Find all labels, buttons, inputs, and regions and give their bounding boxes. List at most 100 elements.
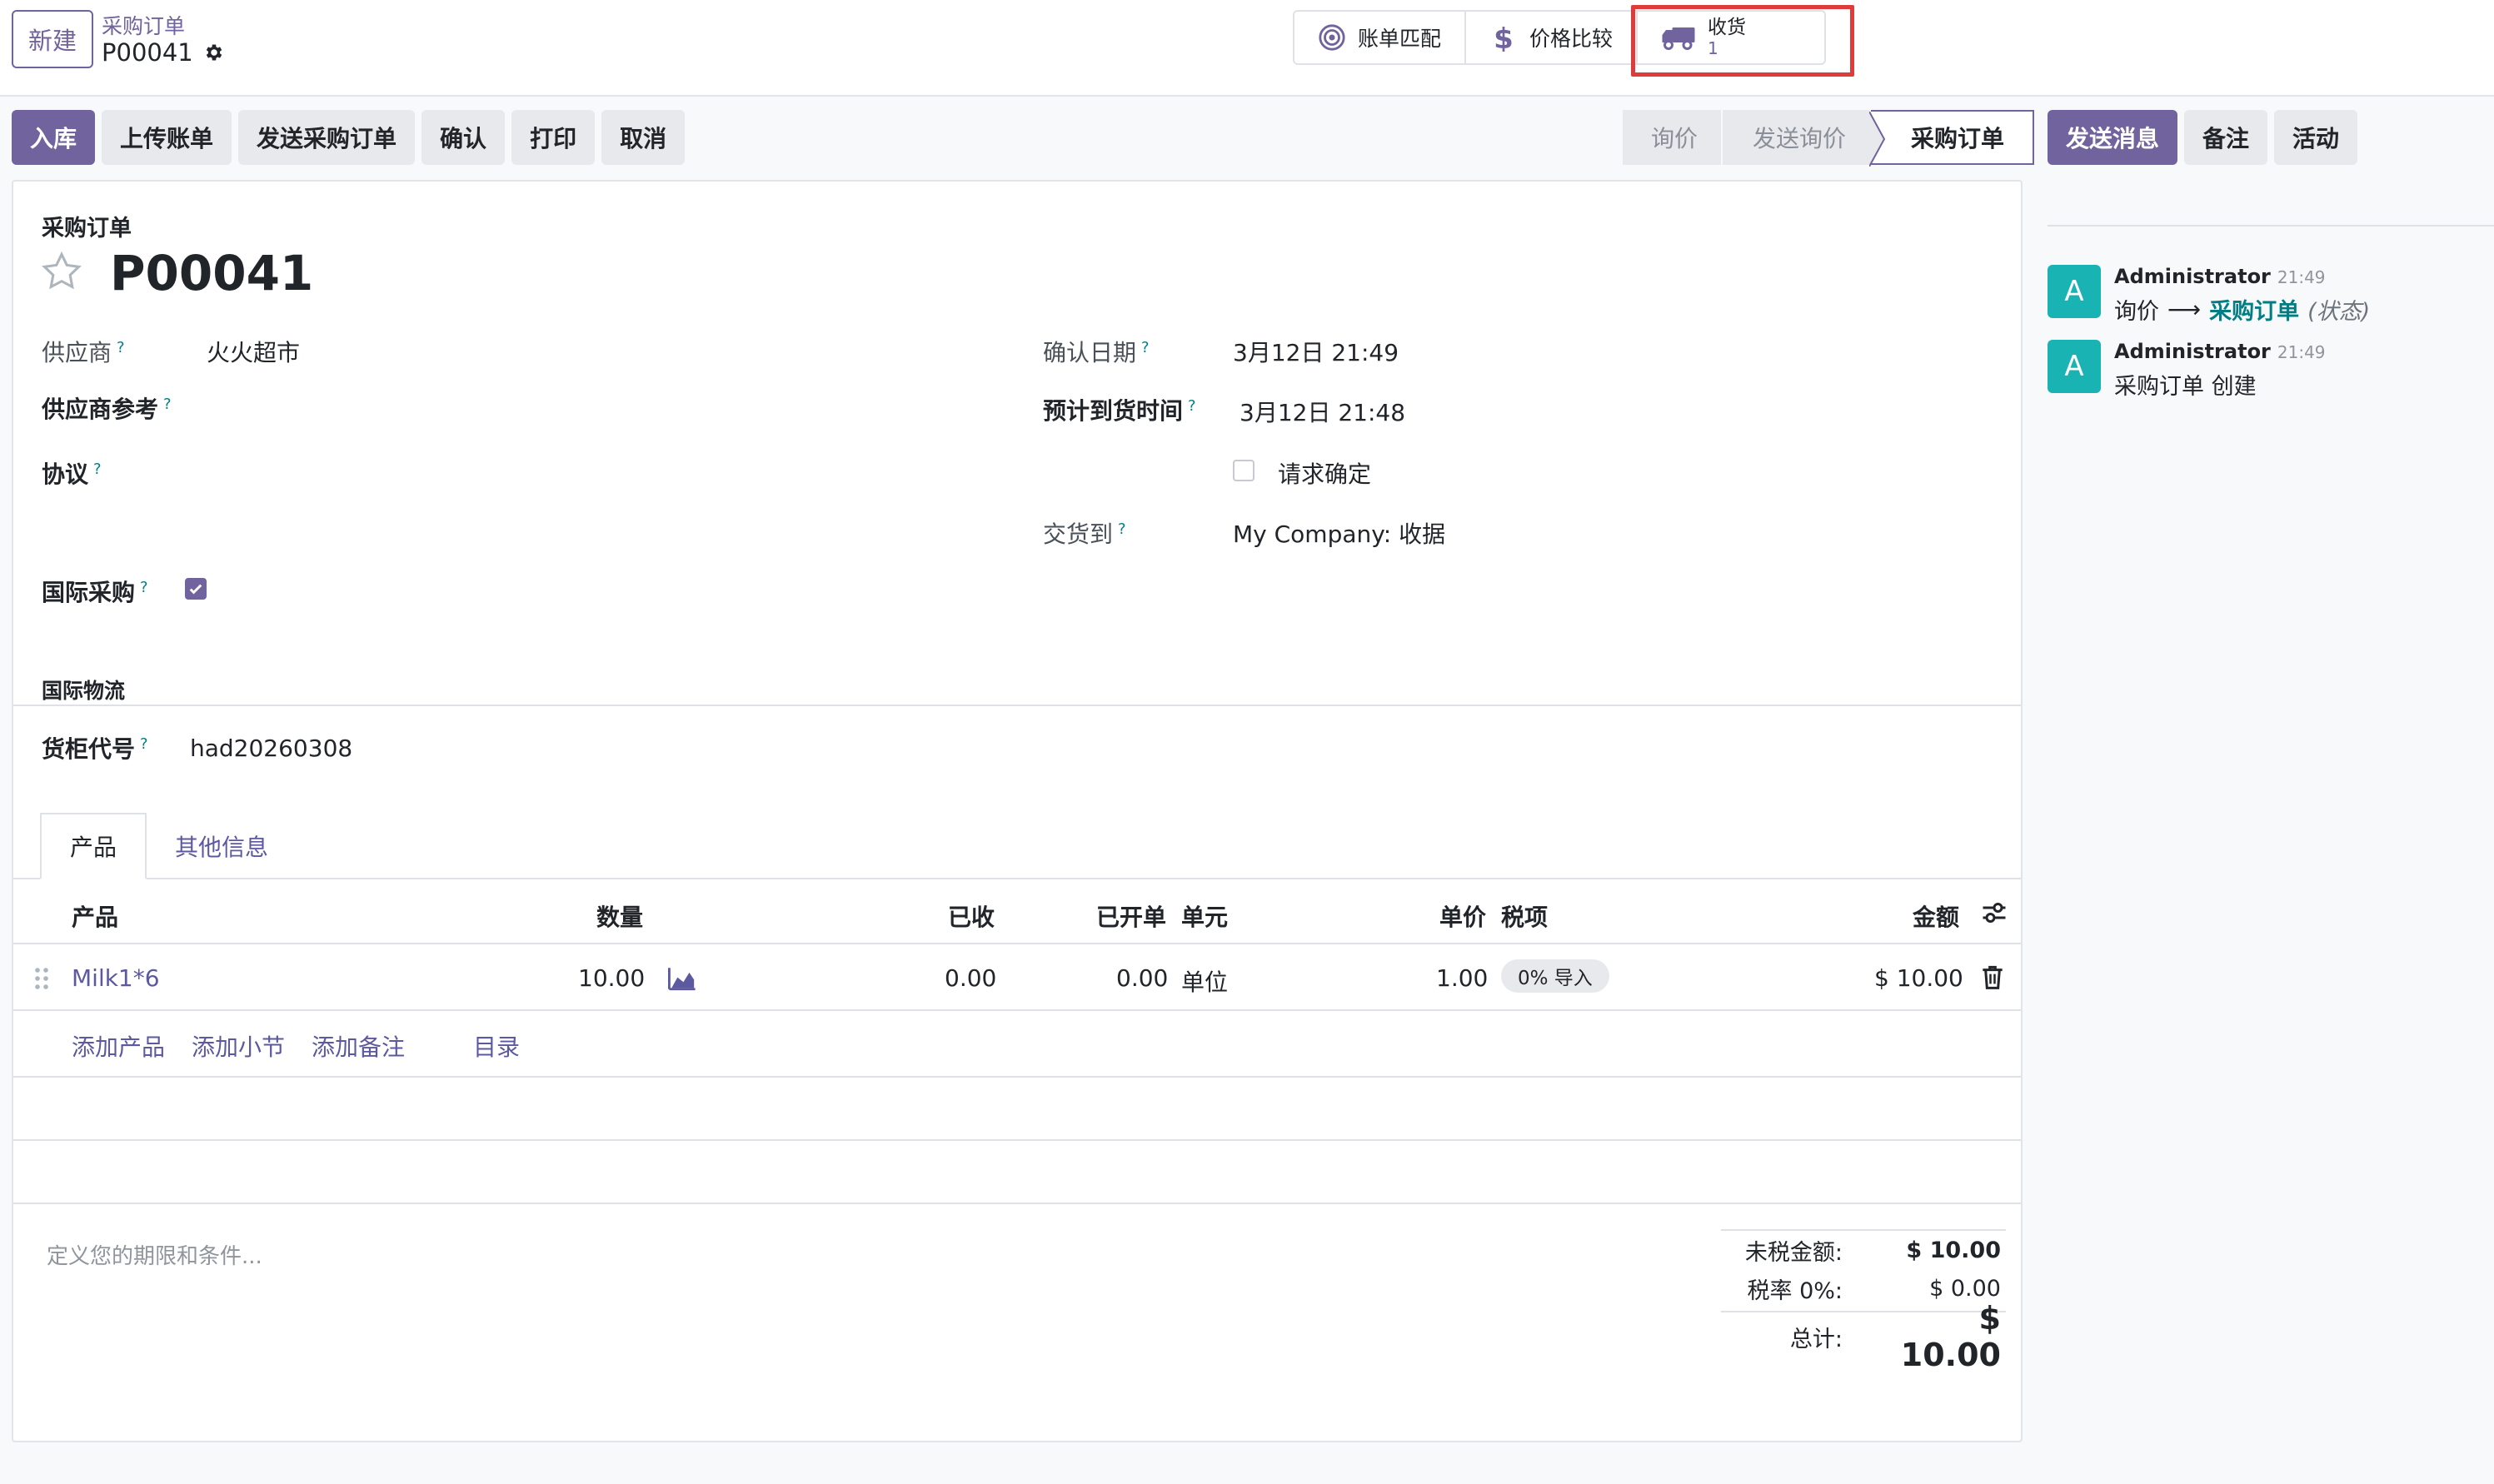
container-field[interactable]: had20260308 (190, 735, 352, 762)
activity-button[interactable]: 活动 (2274, 110, 2358, 165)
line-product[interactable]: Milk1*6 (72, 964, 160, 992)
international-label-text: 国际采购 (42, 579, 136, 606)
help-mark[interactable]: ? (163, 396, 172, 413)
col-billed[interactable]: 已开单 (1096, 899, 1166, 933)
drag-handle-icon[interactable] (33, 966, 50, 991)
upload-bill-button[interactable]: 上传账单 (102, 110, 232, 165)
international-label: 国际采购? (42, 575, 148, 608)
table-row[interactable]: Milk1*6 10.00 0.00 0.00 单位 1.00 0% 导入 $ … (13, 944, 2021, 1011)
add-section-link[interactable]: 添加小节 (192, 1029, 285, 1063)
chatter-message: A Administrator 21:49 询价 ⟶ 采购订单 (状态) (2048, 265, 2370, 326)
stage-rfq-sent[interactable]: 发送询价 (1723, 110, 1872, 165)
message-author: Administrator 21:49 (2114, 340, 2326, 363)
stage-rfq[interactable]: 询价 (1623, 110, 1723, 165)
col-unit-price[interactable]: 单价 (1439, 899, 1486, 933)
new-button[interactable]: 新建 (12, 10, 93, 68)
help-mark[interactable]: ? (117, 339, 125, 356)
col-uom[interactable]: 单元 (1181, 899, 1228, 933)
international-checkbox[interactable] (185, 578, 207, 600)
action-bar: 入库 上传账单 发送采购订单 确认 打印 取消 (12, 110, 686, 165)
print-button[interactable]: 打印 (511, 110, 596, 165)
line-quantity[interactable]: 10.00 (578, 964, 645, 992)
line-billed: 0.00 (1116, 964, 1169, 992)
expected-arrival-field[interactable]: 3月12日 21:48 (1240, 395, 1405, 428)
truck-icon (1662, 27, 1695, 50)
confirm-date-field[interactable]: 3月12日 21:49 (1233, 335, 1399, 368)
send-message-button[interactable]: 发送消息 (2048, 110, 2178, 165)
tab-other-info[interactable]: 其他信息 (147, 813, 297, 879)
receipt-text: 收货 1 (1708, 17, 1746, 57)
target-icon (1319, 24, 1345, 51)
price-compare-label: 价格比较 (1529, 27, 1614, 51)
section-separator (13, 705, 2021, 706)
tracking-new-value: 采购订单 (2209, 299, 2300, 325)
container-label-text: 货柜代号 (42, 735, 136, 763)
line-uom[interactable]: 单位 (1181, 964, 1228, 998)
help-mark[interactable]: ? (1141, 339, 1150, 356)
help-mark[interactable]: ? (93, 461, 102, 478)
tracking-value: 询价 ⟶ 采购订单 (状态) (2114, 293, 2370, 326)
bill-match-button[interactable]: 账单匹配 (1294, 12, 1467, 63)
help-mark[interactable]: ? (1118, 520, 1126, 538)
stage-purchase-order-label: 采购订单 (1911, 125, 2005, 152)
tracking-field-name: (状态) (2307, 299, 2371, 325)
catalog-link[interactable]: 目录 (473, 1029, 520, 1063)
vendor-field[interactable]: 火火超市 (207, 335, 300, 368)
notebook-tabs: 产品 其他信息 (40, 813, 297, 879)
add-note-link[interactable]: 添加备注 (312, 1029, 405, 1063)
message-time: 21:49 (2277, 342, 2326, 362)
send-po-button[interactable]: 发送采购订单 (238, 110, 416, 165)
message-author-name[interactable]: Administrator (2114, 340, 2271, 363)
agreement-label-text: 协议 (42, 461, 89, 488)
star-icon[interactable] (40, 250, 83, 293)
terms-input[interactable]: 定义您的期限和条件... (47, 1239, 262, 1270)
vendor-ref-label-text: 供应商参考 (42, 396, 159, 423)
breadcrumb-parent[interactable]: 采购订单 (102, 10, 185, 40)
settings-sliders-icon[interactable] (1979, 898, 2009, 928)
receive-products-button[interactable]: 入库 (12, 110, 96, 165)
gear-icon[interactable] (203, 42, 225, 63)
line-unit-price[interactable]: 1.00 (1436, 964, 1488, 992)
form-sheet: 采购订单 P00041 供应商? 火火超市 供应商参考? 协议? 国际采购? 确… (12, 180, 2023, 1442)
agreement-input[interactable] (207, 451, 956, 488)
vendor-ref-label: 供应商参考? (42, 391, 172, 425)
log-note-button[interactable]: 备注 (2184, 110, 2268, 165)
help-mark[interactable]: ? (140, 579, 148, 596)
avatar[interactable]: A (2048, 265, 2101, 318)
cancel-button[interactable]: 取消 (601, 110, 686, 165)
stage-purchase-order[interactable]: 采购订单 (1869, 110, 2035, 167)
ask-confirm-label: 请求确定 (1278, 461, 1372, 488)
add-product-link[interactable]: 添加产品 (72, 1029, 165, 1063)
vendor-label-text: 供应商 (42, 339, 112, 366)
chatter-message: A Administrator 21:49 采购订单 创建 (2048, 340, 2326, 401)
message-text: 采购订单 创建 (2114, 374, 2257, 400)
col-amount[interactable]: 金额 (1913, 899, 1959, 933)
chatter-actions: 发送消息 备注 活动 (2048, 110, 2358, 165)
expected-arrival-label: 预计到货时间? (1043, 393, 1196, 426)
col-received[interactable]: 已收 (948, 899, 995, 933)
confirm-button[interactable]: 确认 (421, 110, 506, 165)
trash-icon[interactable] (1981, 964, 2004, 989)
status-bar: 询价 发送询价 采购订单 (1623, 110, 2035, 167)
col-taxes[interactable]: 税项 (1501, 899, 1548, 933)
ask-confirm-checkbox[interactable] (1233, 460, 1254, 481)
deliver-to-field[interactable]: My Company: 收据 (1233, 516, 1445, 550)
receipt-button[interactable]: 收货 1 (1638, 12, 1825, 63)
record-name: P00041 (110, 245, 314, 301)
help-mark[interactable]: ? (1188, 397, 1196, 415)
avatar[interactable]: A (2048, 340, 2101, 393)
vendor-ref-input[interactable] (207, 386, 956, 423)
chart-icon[interactable] (668, 966, 696, 991)
empty-row (13, 1141, 2021, 1204)
receipt-label: 收货 (1708, 17, 1747, 39)
expected-arrival-label-text: 预计到货时间 (1043, 397, 1184, 425)
line-amount: $ 10.00 (1874, 964, 1963, 992)
col-product[interactable]: 产品 (72, 899, 118, 933)
bill-match-label: 账单匹配 (1358, 27, 1442, 51)
tab-products[interactable]: 产品 (40, 813, 147, 879)
col-quantity[interactable]: 数量 (596, 899, 643, 933)
price-compare-button[interactable]: $ 价格比较 (1466, 12, 1639, 63)
help-mark[interactable]: ? (140, 735, 148, 753)
message-author-name[interactable]: Administrator (2114, 265, 2271, 288)
line-tax-badge[interactable]: 0% 导入 (1501, 959, 1609, 993)
